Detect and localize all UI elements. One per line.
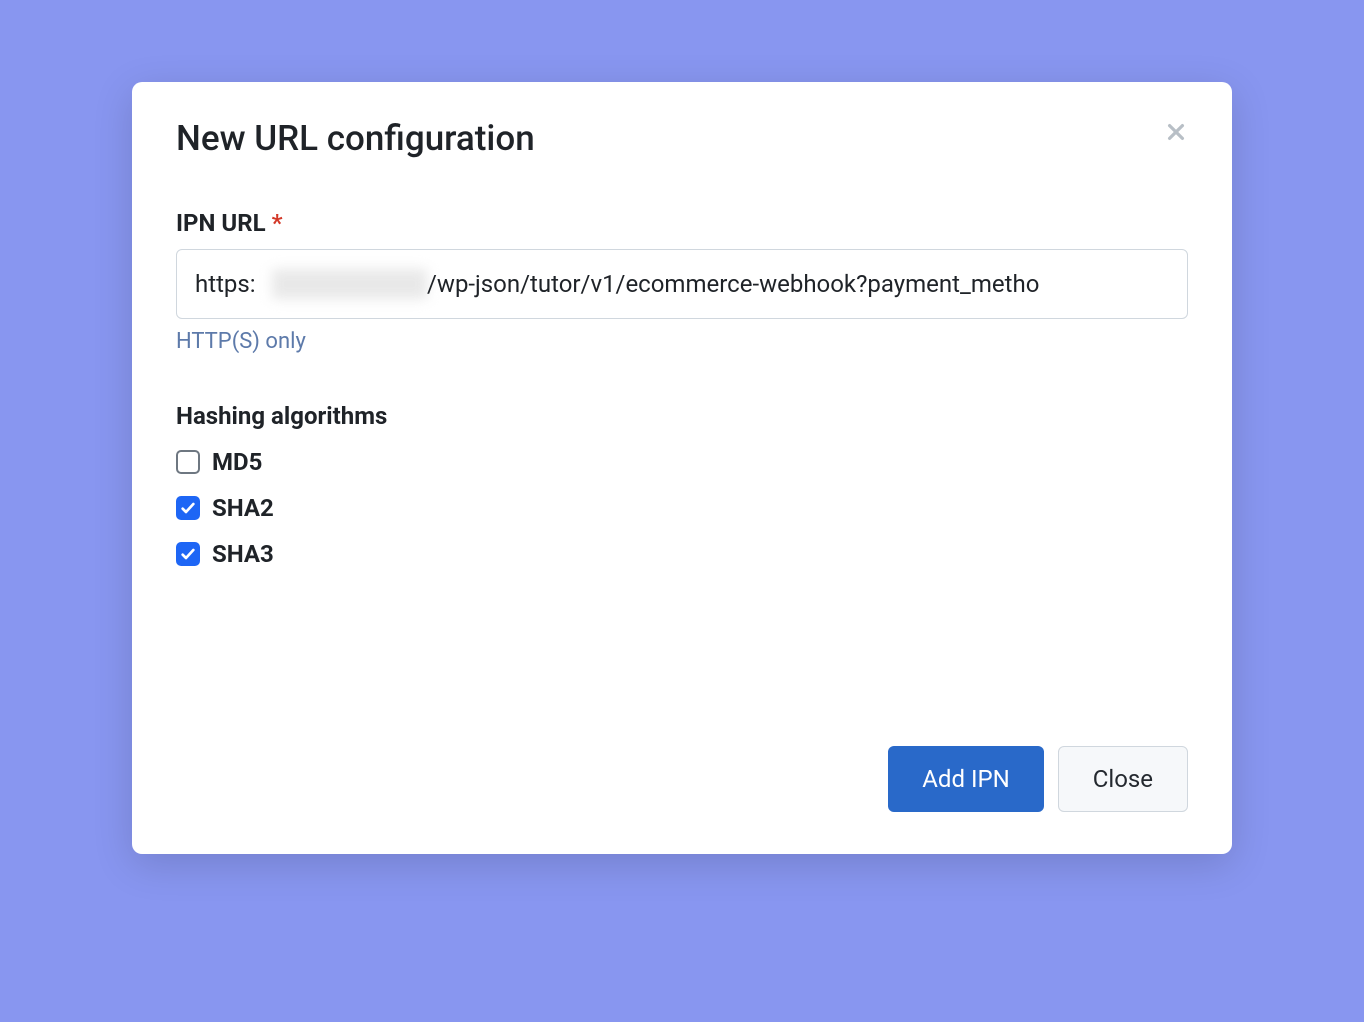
md5-label: MD5 [212, 448, 262, 476]
hashing-section: Hashing algorithms MD5 SHA2 [176, 402, 1188, 568]
ipn-url-input[interactable]: https: /wp-json/tutor/v1/ecommerce-webho… [176, 249, 1188, 319]
modal-title: New URL configuration [176, 118, 1188, 159]
modal-body: IPN URL * https: /wp-json/tutor/v1/ecomm… [132, 179, 1232, 626]
ipn-url-suffix: /wp-json/tutor/v1/ecommerce-webhook?paym… [427, 270, 1039, 298]
md5-checkbox[interactable] [176, 450, 200, 474]
close-icon[interactable] [1164, 120, 1188, 144]
close-button[interactable]: Close [1058, 746, 1188, 812]
checkbox-row-sha2: SHA2 [176, 494, 1188, 522]
ipn-url-prefix: https: [195, 270, 256, 298]
url-configuration-modal: New URL configuration IPN URL * https: /… [132, 82, 1232, 854]
add-ipn-button[interactable]: Add IPN [888, 746, 1043, 812]
required-asterisk: * [272, 209, 283, 237]
sha3-label: SHA3 [212, 540, 274, 568]
checkbox-row-sha3: SHA3 [176, 540, 1188, 568]
sha2-checkbox[interactable] [176, 496, 200, 520]
modal-header: New URL configuration [132, 82, 1232, 179]
ipn-url-input-wrap: https: /wp-json/tutor/v1/ecommerce-webho… [176, 249, 1188, 319]
ipn-url-helper: HTTP(S) only [176, 329, 1188, 354]
sha2-label: SHA2 [212, 494, 274, 522]
ipn-url-redacted [272, 269, 427, 299]
checkbox-row-md5: MD5 [176, 448, 1188, 476]
modal-footer: Add IPN Close [132, 746, 1232, 854]
sha3-checkbox[interactable] [176, 542, 200, 566]
ipn-url-label-text: IPN URL [176, 209, 266, 237]
ipn-url-label: IPN URL * [176, 209, 1188, 237]
hashing-title: Hashing algorithms [176, 402, 1188, 430]
